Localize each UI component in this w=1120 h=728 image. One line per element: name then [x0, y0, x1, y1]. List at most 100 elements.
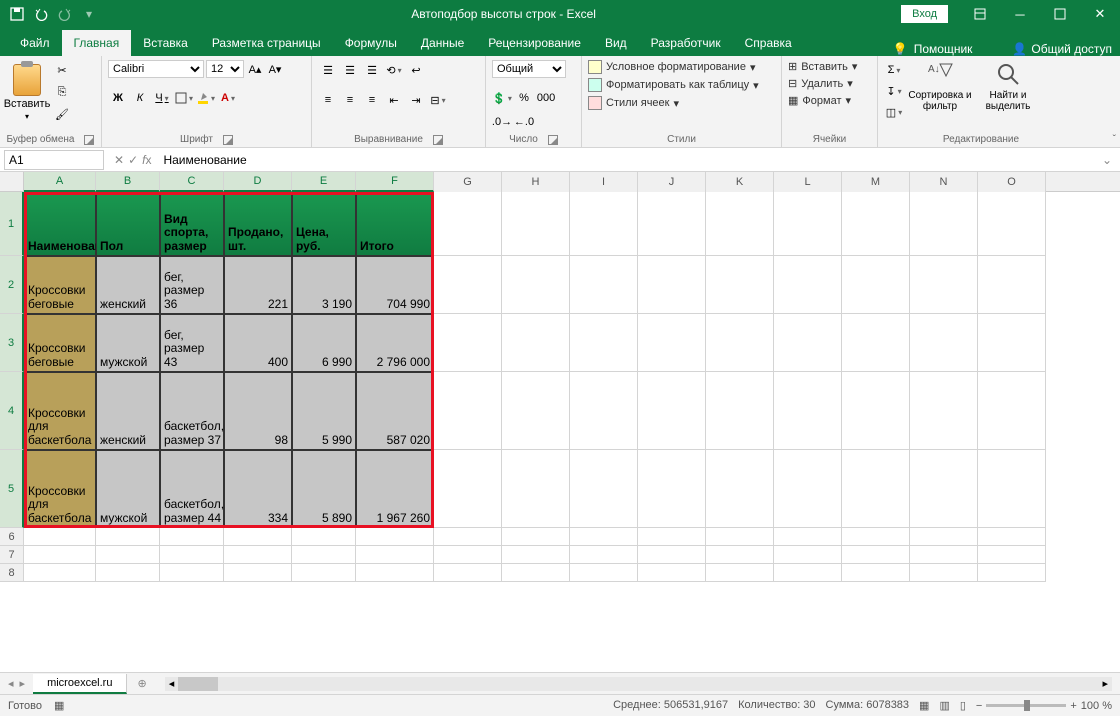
cell[interactable]	[910, 450, 978, 528]
tab-справка[interactable]: Справка	[733, 30, 804, 56]
cell[interactable]	[774, 256, 842, 314]
italic-button[interactable]: К	[130, 88, 150, 108]
format-cells-button[interactable]: ▦Формат ▾	[788, 94, 851, 107]
ribbon-options-icon[interactable]	[960, 0, 1000, 28]
cell[interactable]	[292, 528, 356, 546]
cell[interactable]	[706, 546, 774, 564]
column-header[interactable]: C	[160, 172, 224, 192]
view-pagelayout-icon[interactable]: ▥	[939, 699, 949, 712]
cell[interactable]: Кроссовки для баскетбола	[24, 450, 96, 528]
cell[interactable]	[978, 314, 1046, 372]
expand-formula-icon[interactable]: ⌄	[1094, 153, 1120, 167]
percent-icon[interactable]: %	[514, 88, 534, 108]
cell[interactable]	[842, 528, 910, 546]
cell[interactable]	[774, 192, 842, 256]
cell[interactable]	[160, 546, 224, 564]
cell[interactable]	[570, 546, 638, 564]
select-all-corner[interactable]	[0, 172, 24, 192]
clear-icon[interactable]: ◫	[884, 102, 904, 122]
cell[interactable]	[96, 546, 160, 564]
cell[interactable]	[910, 314, 978, 372]
cell[interactable]	[434, 450, 502, 528]
cell[interactable]: 400	[224, 314, 292, 372]
tab-вид[interactable]: Вид	[593, 30, 639, 56]
row-header[interactable]: 2	[0, 256, 24, 314]
grow-font-icon[interactable]: A▴	[246, 60, 264, 78]
column-header[interactable]: G	[434, 172, 502, 192]
cell[interactable]	[502, 528, 570, 546]
cell[interactable]	[978, 256, 1046, 314]
font-color-button[interactable]: A	[218, 88, 238, 108]
cell[interactable]: 1 967 260	[356, 450, 434, 528]
find-select-button[interactable]: Найти и выделить	[976, 60, 1040, 112]
cell[interactable]	[910, 528, 978, 546]
cell[interactable]	[638, 314, 706, 372]
fx-icon[interactable]: fx	[142, 153, 151, 167]
column-header[interactable]: I	[570, 172, 638, 192]
cell[interactable]	[356, 564, 434, 582]
save-icon[interactable]	[6, 3, 28, 25]
column-header[interactable]: L	[774, 172, 842, 192]
cell[interactable]: 704 990	[356, 256, 434, 314]
cell[interactable]	[638, 564, 706, 582]
font-name-select[interactable]: Calibri	[108, 60, 204, 78]
row-header[interactable]: 6	[0, 528, 24, 546]
cut-icon[interactable]: ✂	[52, 60, 72, 80]
cell[interactable]	[978, 372, 1046, 450]
cell[interactable]	[160, 528, 224, 546]
cell[interactable]	[706, 564, 774, 582]
cell[interactable]	[434, 314, 502, 372]
login-button[interactable]: Вход	[901, 5, 948, 23]
decrease-decimal-icon[interactable]: ←.0	[514, 112, 534, 132]
cell[interactable]	[978, 546, 1046, 564]
accept-formula-icon[interactable]: ✓	[128, 153, 138, 167]
cell[interactable]: Кроссовки беговые	[24, 256, 96, 314]
cell[interactable]: 3 190	[292, 256, 356, 314]
format-as-table-button[interactable]: Форматировать как таблицу ▾	[588, 78, 759, 92]
align-center-icon[interactable]: ≡	[340, 90, 360, 110]
align-left-icon[interactable]: ≡	[318, 90, 338, 110]
font-size-select[interactable]: 12	[206, 60, 244, 78]
merge-icon[interactable]: ⊟	[428, 90, 448, 110]
cell[interactable]	[356, 546, 434, 564]
cell[interactable]	[910, 564, 978, 582]
cell[interactable]	[502, 546, 570, 564]
qat-customize-icon[interactable]: ▾	[78, 3, 100, 25]
lightbulb-icon[interactable]: 💡	[893, 42, 908, 56]
worksheet-grid[interactable]: ABCDEFGHIJKLMNO 12345678 НаименованиеПол…	[0, 172, 1120, 672]
formula-input[interactable]: Наименование	[157, 151, 1093, 169]
cell[interactable]	[774, 546, 842, 564]
row-header[interactable]: 8	[0, 564, 24, 582]
cell[interactable]: Наименование	[24, 192, 96, 256]
row-header[interactable]: 4	[0, 372, 24, 450]
cell[interactable]	[570, 256, 638, 314]
cell[interactable]: Пол	[96, 192, 160, 256]
horizontal-scrollbar[interactable]: ◂ ▸	[165, 677, 1112, 691]
insert-cells-button[interactable]: ⊞Вставить ▾	[788, 60, 857, 73]
cell[interactable]	[434, 372, 502, 450]
cell[interactable]	[842, 256, 910, 314]
cell[interactable]: 5 990	[292, 372, 356, 450]
cell[interactable]	[842, 564, 910, 582]
cell[interactable]	[978, 528, 1046, 546]
cell[interactable]	[910, 372, 978, 450]
cell[interactable]: мужской	[96, 314, 160, 372]
comma-icon[interactable]: 000	[536, 88, 556, 108]
cell[interactable]	[638, 256, 706, 314]
cell[interactable]	[570, 450, 638, 528]
sheet-prev-icon[interactable]: ▸	[20, 677, 26, 690]
cell[interactable]	[502, 564, 570, 582]
cell[interactable]	[356, 528, 434, 546]
indent-increase-icon[interactable]: ⇥	[406, 90, 426, 110]
cell[interactable]: 221	[224, 256, 292, 314]
cell[interactable]	[96, 564, 160, 582]
cancel-formula-icon[interactable]: ✕	[114, 153, 124, 167]
tab-рецензирование[interactable]: Рецензирование	[476, 30, 593, 56]
cell[interactable]	[842, 192, 910, 256]
cell[interactable]: бег, размер 36	[160, 256, 224, 314]
cell[interactable]: баскетбол, размер 37	[160, 372, 224, 450]
wrap-text-icon[interactable]: ↩	[406, 60, 426, 80]
cell[interactable]	[434, 528, 502, 546]
cell[interactable]	[638, 372, 706, 450]
cell[interactable]	[570, 192, 638, 256]
